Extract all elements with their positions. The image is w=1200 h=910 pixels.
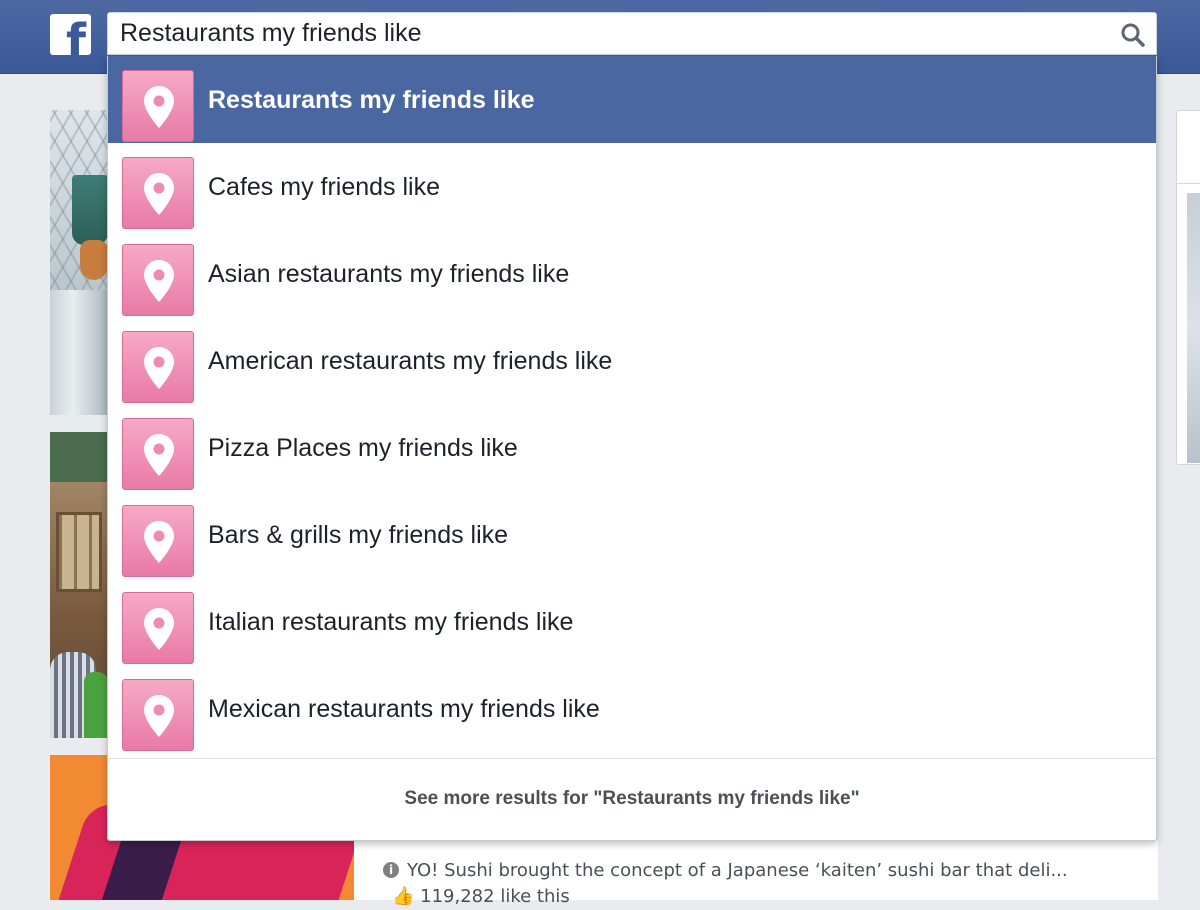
suggestion-label: Bars & grills my friends like: [208, 521, 509, 549]
page-description: i YO! Sushi brought the concept of a Japa…: [383, 860, 1143, 884]
map-pin-icon: [122, 244, 194, 316]
page-likes-count: 👍 119,282 like this: [392, 886, 570, 907]
map-pin-icon: [122, 679, 194, 751]
search-icon[interactable]: [1120, 22, 1146, 48]
suggestion-item-italian-restaurants[interactable]: Italian restaurants my friends like: [108, 578, 1156, 665]
suggestion-label: Mexican restaurants my friends like: [208, 695, 600, 723]
map-pin-icon: [122, 592, 194, 664]
map-pin-icon: [122, 157, 194, 229]
suggestion-label: American restaurants my friends like: [208, 347, 613, 375]
search-bar[interactable]: [107, 12, 1157, 55]
suggestion-label: Pizza Places my friends like: [208, 434, 518, 462]
map-pin-icon: [122, 70, 194, 142]
info-icon: i: [383, 862, 399, 878]
page-photo-1[interactable]: [50, 110, 108, 415]
suggestion-label: Cafes my friends like: [208, 173, 441, 201]
thumbs-up-icon: 👍: [392, 886, 415, 907]
suggestion-item-bars-grills[interactable]: Bars & grills my friends like: [108, 491, 1156, 578]
page-photo-2[interactable]: [50, 432, 108, 738]
suggestion-item-restaurants[interactable]: Restaurants my friends like: [108, 56, 1156, 143]
right-column-card: [1176, 110, 1200, 465]
facebook-logo[interactable]: f: [50, 14, 91, 55]
suggestion-label: Asian restaurants my friends like: [208, 260, 570, 288]
see-more-results-link[interactable]: See more results for "Restaurants my fri…: [108, 758, 1156, 840]
suggestion-item-cafes[interactable]: Cafes my friends like: [108, 143, 1156, 230]
suggestion-label: Italian restaurants my friends like: [208, 608, 574, 636]
map-pin-icon: [122, 331, 194, 403]
map-pin-icon: [122, 505, 194, 577]
search-suggestions-dropdown: Restaurants my friends like Cafes my fri…: [107, 56, 1157, 841]
suggestion-item-pizza-places[interactable]: Pizza Places my friends like: [108, 404, 1156, 491]
suggestion-label: Restaurants my friends like: [208, 86, 535, 114]
map-pin-icon: [122, 418, 194, 490]
suggestion-item-asian-restaurants[interactable]: Asian restaurants my friends like: [108, 230, 1156, 317]
search-input[interactable]: [120, 13, 1110, 54]
suggestion-item-american-restaurants[interactable]: American restaurants my friends like: [108, 317, 1156, 404]
suggestion-item-mexican-restaurants[interactable]: Mexican restaurants my friends like: [108, 665, 1156, 752]
